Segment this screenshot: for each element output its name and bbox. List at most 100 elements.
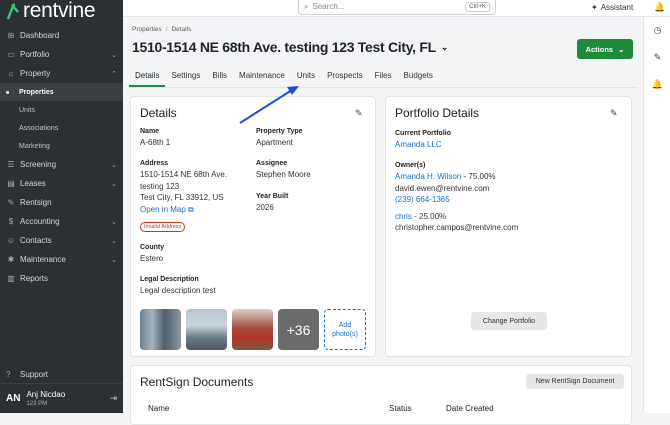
chevron-down-icon: ⌄ [440,41,449,52]
assistant-label: Assistant [600,3,634,12]
owner-phone-link[interactable]: (239) 664-1365 [395,194,518,206]
page-title-row[interactable]: 1510-1514 NE 68th Ave. testing 123 Test … [132,39,448,55]
address-label: Address [140,160,169,167]
column-header-date-created[interactable]: Date Created [446,404,494,413]
owner-name-link[interactable]: Amanda H. Wilson [395,172,461,181]
owners-label: Owner(s) [395,162,426,169]
tab-prospects[interactable]: Prospects [321,68,369,87]
user-menu[interactable]: AN Anj Nicdao 123 PM ⇥ [0,383,123,413]
open-in-map-link[interactable]: Open in Map ⧉ [140,204,227,216]
current-portfolio-link[interactable]: Amanda LLC [395,139,451,151]
rentsign-icon: ✎ [7,197,15,207]
owner-percentage: - 75.00% [463,172,496,181]
sidebar-item-dashboard[interactable]: ⊞ Dashboard [0,26,123,45]
logo[interactable]: rentvine [0,0,123,22]
owner-email: christopher.campos@rentvine.com [395,223,519,232]
dashboard-icon: ⊞ [7,30,15,40]
change-portfolio-button[interactable]: Change Portfolio [471,312,547,330]
property-type-value: Apartment [256,138,293,147]
sidebar-item-contacts[interactable]: ☺ Contacts ⌄ [0,231,123,250]
new-rentsign-document-button[interactable]: New RentSign Document [526,374,624,389]
folder-icon: ▭ [7,49,15,59]
add-photo-button[interactable]: Add photo(s) [324,309,366,350]
support-link[interactable]: ? Support [0,365,123,383]
sidebar-item-reports[interactable]: ▥ Reports [0,269,123,288]
sidebar-item-label: Leases [20,179,46,188]
name-field: Name A-68th 1 [140,128,170,149]
sidebar-item-screening[interactable]: ☰ Screening ⌄ [0,155,123,174]
portfolio-details-title: Portfolio Details [395,106,480,120]
tab-details[interactable]: Details [129,68,166,87]
owner-percentage: - 25.00% [414,211,447,221]
tab-settings[interactable]: Settings [165,68,206,87]
breadcrumb-properties[interactable]: Properties [132,26,162,33]
open-in-map-label: Open in Map [140,204,186,214]
legal-description-field: Legal Description Legal description test [140,276,216,297]
owner-name-link[interactable]: chris [395,212,412,221]
tab-maintenance[interactable]: Maintenance [233,68,291,87]
assignee-value: Stephen Moore [256,170,311,179]
assistant-button[interactable]: ✦ Assistant [591,3,633,12]
sidebar-subitem-label: Properties [19,88,54,96]
sidebar-subitem-properties[interactable]: Properties [0,83,123,101]
contacts-icon: ☺ [6,235,16,245]
sidebar-nav: ⊞ Dashboard ▭ Portfolio ⌄ ⌂ Property ⌃ Proper… [0,26,123,288]
assignee-label: Assignee [256,160,288,167]
tab-bills[interactable]: Bills [206,68,233,87]
property-photo[interactable] [140,309,181,350]
sidebar-subitem-associations[interactable]: Associations [0,119,123,137]
sidebar-item-accounting[interactable]: $ Accounting ⌄ [0,212,123,231]
chevron-down-icon: ⌄ [111,256,117,264]
column-header-name[interactable]: Name [148,404,169,413]
sidebar-item-label: Reports [20,274,49,283]
rentvine-logo-icon [6,3,19,20]
sidebar-item-portfolio[interactable]: ▭ Portfolio ⌄ [0,45,123,64]
legal-description-label: Legal Description [140,276,199,283]
property-icon: ⌂ [8,68,14,78]
sidebar-subitem-label: Units [19,106,35,114]
shortcut-badge: Ctrl+K [465,1,490,12]
sidebar-item-label: Accounting [20,217,60,226]
column-header-status[interactable]: Status [389,404,412,413]
year-built-field: Year Built 2026 [256,193,288,214]
legal-description-value: Legal description test [140,286,216,295]
notifications-bell-icon[interactable]: 🔔 [654,2,665,13]
sidebar-item-rentsign[interactable]: ✎ Rentsign [0,193,123,212]
sidebar-subitem-units[interactable]: Units [0,101,123,119]
details-title: Details [140,106,177,120]
topbar: ⌕ Search... Ctrl+K ✦ Assistant 🔔 [123,0,670,17]
sidebar-item-label: Screening [20,160,57,169]
tab-units[interactable]: Units [291,68,321,87]
tab-bar: Details Settings Bills Maintenance Units… [129,68,637,88]
history-icon[interactable]: ◷ [644,17,670,44]
property-photo[interactable] [186,309,227,350]
chevron-down-icon: ⌄ [618,44,625,54]
sparkle-icon: ✦ [591,3,598,12]
more-photos-tile[interactable]: +36 [278,309,319,350]
sidebar-item-maintenance[interactable]: ✱ Maintenance ⌄ [0,250,123,269]
edit-pencil-icon[interactable]: ✎ [355,108,363,119]
alerts-bell-icon[interactable]: 🔔 [644,71,670,98]
search-input[interactable]: ⌕ Search... Ctrl+K [298,0,496,15]
accounting-icon: $ [8,216,14,226]
name-label: Name [140,128,160,135]
owners-field: Owner(s) Amanda H. Wilson - 75.00% david… [395,162,518,234]
sidebar-item-label: Dashboard [20,31,60,40]
actions-button[interactable]: Actions ⌄ [577,39,633,59]
tab-budgets[interactable]: Budgets [398,68,439,87]
sidebar-subitem-marketing[interactable]: Marketing [0,137,123,155]
logout-icon[interactable]: ⇥ [109,393,117,404]
property-type-field: Property Type Apartment [256,128,303,149]
chevron-down-icon: ⌄ [111,218,117,226]
leases-icon: ▤ [7,178,15,188]
edit-pencil-icon[interactable]: ✎ [610,108,618,119]
avatar: AN [6,393,21,404]
chevron-down-icon: ⌄ [111,237,117,245]
notes-icon[interactable]: ✎ [644,44,670,71]
property-photo[interactable] [232,309,273,350]
maintenance-icon: ✱ [7,254,15,264]
tab-files[interactable]: Files [369,68,398,87]
invalid-address-badge: Invalid Address [140,222,186,232]
sidebar-item-leases[interactable]: ▤ Leases ⌄ [0,174,123,193]
sidebar-item-property[interactable]: ⌂ Property ⌃ [0,64,123,83]
